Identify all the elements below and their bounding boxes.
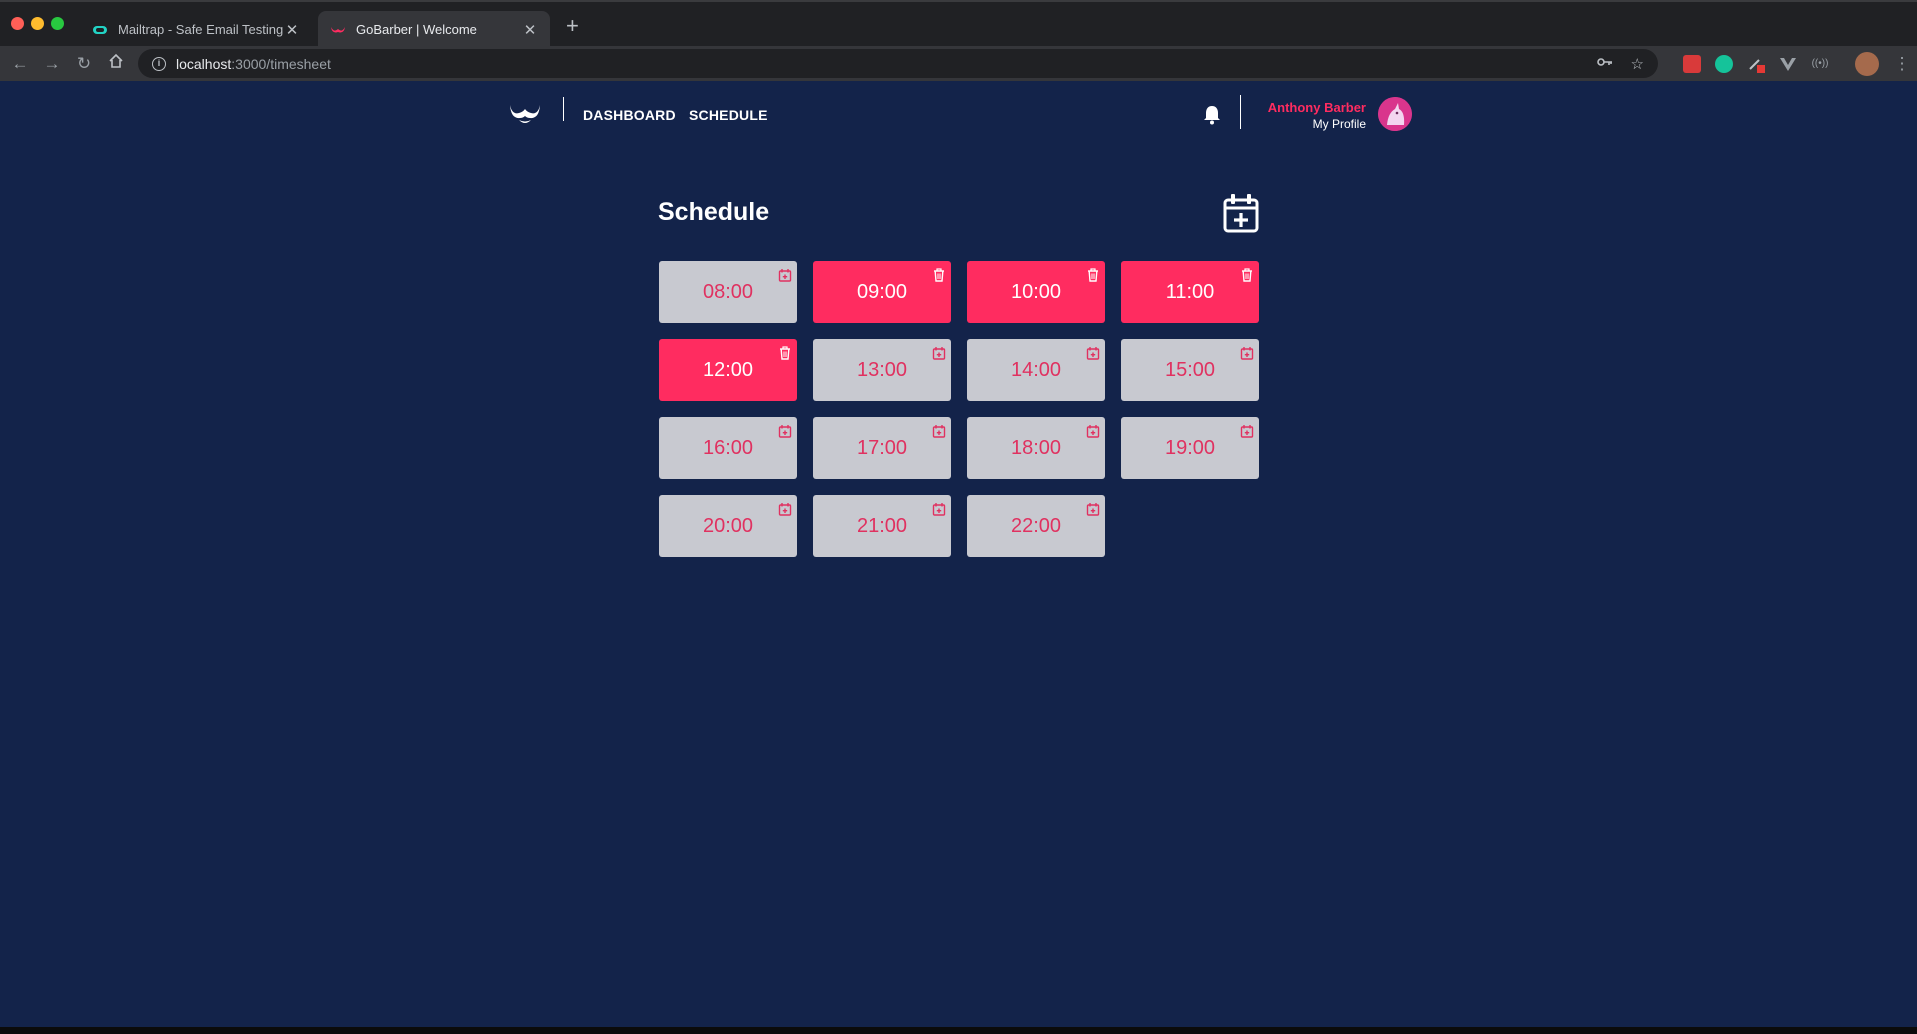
extension-pen-icon[interactable] (1747, 55, 1765, 73)
browser-toolbar: ← → ↻ i localhost:3000/timesheet ☆ ((•))… (0, 46, 1917, 81)
back-arrow-icon[interactable]: ← (8, 52, 32, 76)
app-page: DASHBOARD SCHEDULE Anthony Barber My Pro… (0, 81, 1917, 1027)
time-slot-label: 17:00 (856, 436, 908, 459)
trash-icon[interactable] (932, 265, 946, 282)
trash-icon[interactable] (1240, 265, 1254, 282)
time-slot-label: 22:00 (1010, 514, 1062, 537)
time-slot-card[interactable]: 20:00 (659, 495, 797, 557)
grammarly-icon[interactable] (1715, 55, 1733, 73)
time-slot-label: 15:00 (1164, 358, 1216, 381)
extension-icon[interactable] (1683, 55, 1701, 73)
gobarber-logo[interactable] (508, 101, 542, 127)
time-slot-label: 16:00 (702, 436, 754, 459)
calendar-add-icon[interactable] (1086, 499, 1100, 516)
nav-dashboard-link[interactable]: DASHBOARD (583, 107, 676, 123)
minimize-window-button[interactable] (31, 17, 44, 30)
trash-icon[interactable] (778, 343, 792, 360)
calendar-add-icon[interactable] (1086, 343, 1100, 360)
calendar-add-icon[interactable] (1086, 421, 1100, 438)
header-divider-right (1240, 95, 1241, 129)
extension-wave-icon[interactable]: ((•)) (1811, 55, 1829, 73)
bookmark-star-icon[interactable]: ☆ (1631, 55, 1644, 73)
my-profile-link[interactable]: My Profile (1313, 117, 1366, 131)
header-divider (563, 97, 564, 121)
calendar-add-icon[interactable] (932, 343, 946, 360)
tab-title: GoBarber | Welcome (356, 22, 477, 37)
time-slot-label: 10:00 (1010, 280, 1062, 303)
calendar-add-icon[interactable] (1240, 343, 1254, 360)
time-slot-label: 13:00 (856, 358, 908, 381)
time-slot-card[interactable]: 14:00 (967, 339, 1105, 401)
address-bar[interactable]: i localhost:3000/timesheet ☆ (138, 49, 1658, 78)
reload-icon[interactable]: ↻ (72, 52, 96, 76)
mailtrap-icon (92, 22, 108, 38)
time-slot-card[interactable]: 16:00 (659, 417, 797, 479)
gobarber-icon (330, 22, 346, 38)
time-slot-label: 19:00 (1164, 436, 1216, 459)
browser-profile-avatar[interactable] (1855, 52, 1879, 76)
time-slot-card[interactable]: 18:00 (967, 417, 1105, 479)
time-slot-card[interactable]: 13:00 (813, 339, 951, 401)
time-slot-card[interactable]: 21:00 (813, 495, 951, 557)
time-slot-card[interactable]: 15:00 (1121, 339, 1259, 401)
maximize-window-button[interactable] (51, 17, 64, 30)
window-bottom-edge (0, 1027, 1917, 1034)
time-slot-label: 09:00 (856, 280, 908, 303)
url-path: :3000/timesheet (231, 55, 331, 72)
trash-icon[interactable] (1086, 265, 1100, 282)
time-slot-card[interactable]: 17:00 (813, 417, 951, 479)
time-slot-label: 20:00 (702, 514, 754, 537)
app-header: DASHBOARD SCHEDULE Anthony Barber My Pro… (508, 95, 1412, 135)
calendar-add-icon[interactable] (1240, 421, 1254, 438)
key-icon[interactable] (1596, 55, 1613, 73)
time-slot-label: 18:00 (1010, 436, 1062, 459)
time-slot-label: 08:00 (702, 280, 754, 303)
nav-schedule-link[interactable]: SCHEDULE (689, 107, 768, 123)
calendar-add-icon[interactable] (778, 421, 792, 438)
add-calendar-button[interactable] (1222, 193, 1260, 233)
url-host: localhost (176, 55, 232, 72)
time-slot-label: 21:00 (856, 514, 908, 537)
calendar-add-icon[interactable] (932, 421, 946, 438)
calendar-add-icon[interactable] (778, 265, 792, 282)
close-icon[interactable]: ✕ (284, 21, 300, 39)
calendar-add-icon[interactable] (778, 499, 792, 516)
browser-tab-bar: Mailtrap - Safe Email Testing ✕ GoBarber… (0, 0, 1917, 48)
time-slot-label: 12:00 (702, 358, 754, 381)
profile-name: Anthony Barber (1267, 100, 1366, 115)
home-icon[interactable] (104, 52, 128, 76)
schedule-grid: 08:00 09:00 10:00 11:00 12:00 13:00 14:00 15:00… (659, 261, 1260, 557)
vue-devtools-icon[interactable] (1779, 55, 1797, 73)
time-slot-card[interactable]: 22:00 (967, 495, 1105, 557)
time-slot-card[interactable]: 12:00 (659, 339, 797, 401)
browser-menu-icon[interactable]: ⋮ (1890, 52, 1914, 76)
close-icon[interactable]: ✕ (522, 21, 538, 39)
close-window-button[interactable] (11, 17, 24, 30)
tab-title: Mailtrap - Safe Email Testing (118, 22, 284, 37)
avatar[interactable] (1378, 97, 1412, 131)
forward-arrow-icon[interactable]: → (40, 52, 64, 76)
time-slot-label: 11:00 (1165, 280, 1215, 303)
calendar-add-icon[interactable] (932, 499, 946, 516)
time-slot-card[interactable]: 10:00 (967, 261, 1105, 323)
time-slot-label: 14:00 (1010, 358, 1062, 381)
notification-bell-icon[interactable] (1202, 104, 1222, 126)
time-slot-card[interactable]: 09:00 (813, 261, 951, 323)
tab-mailtrap[interactable]: Mailtrap - Safe Email Testing ✕ (80, 11, 312, 48)
new-tab-icon[interactable]: + (566, 15, 579, 37)
tab-gobarber[interactable]: GoBarber | Welcome ✕ (318, 11, 550, 48)
time-slot-card[interactable]: 08:00 (659, 261, 797, 323)
time-slot-card[interactable]: 19:00 (1121, 417, 1259, 479)
page-title: Schedule (658, 198, 770, 226)
site-info-icon[interactable]: i (152, 56, 166, 71)
time-slot-card[interactable]: 11:00 (1121, 261, 1259, 323)
